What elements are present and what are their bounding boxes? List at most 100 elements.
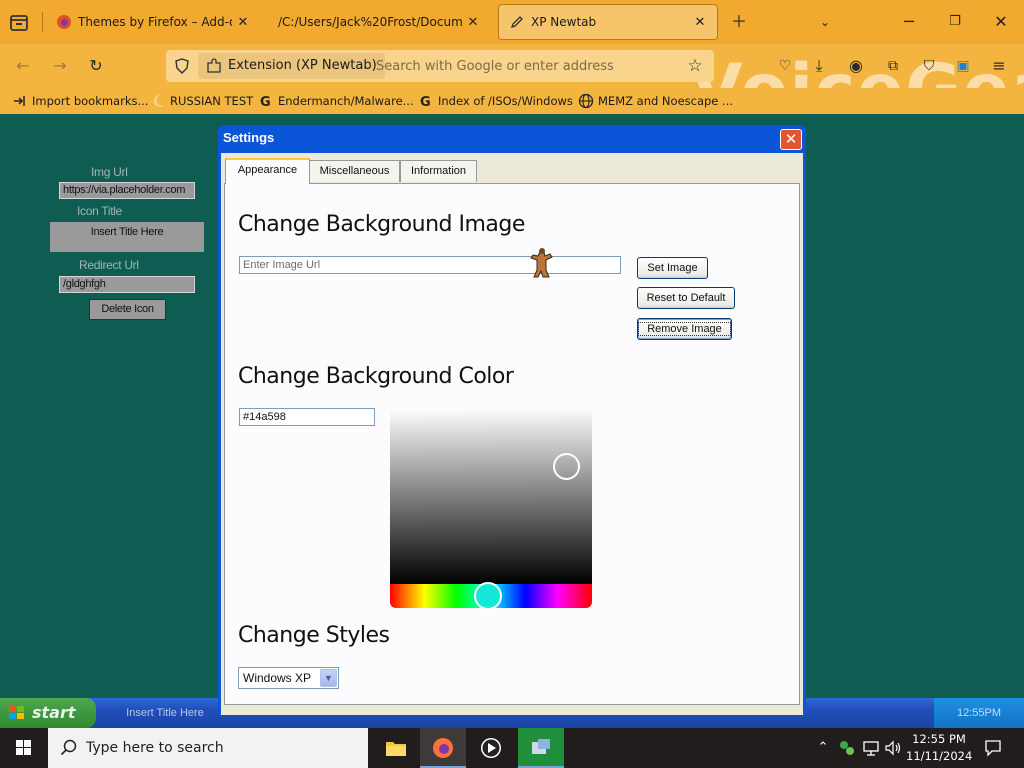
list-all-tabs-icon[interactable] xyxy=(8,12,30,34)
saturation-handle[interactable] xyxy=(553,453,580,480)
xp-tray-clock: 12:55PM xyxy=(934,698,1024,728)
redirect-url-field[interactable]: /gldghfgh xyxy=(59,276,195,293)
extensions-icon[interactable]: ⧉ xyxy=(880,53,906,79)
back-icon[interactable]: ← xyxy=(10,53,36,79)
delete-icon-button[interactable]: Delete Icon xyxy=(89,299,166,320)
tab-strip: Themes by Firefox – Add-ons fo ✕ /C:/Use… xyxy=(0,0,1024,44)
ublock-shield-icon[interactable]: ⛉ xyxy=(916,53,942,79)
close-icon[interactable]: ✕ xyxy=(780,129,802,150)
bookmark-endermanch[interactable]: G Endermanch/Malware... xyxy=(258,92,414,110)
network-icon[interactable] xyxy=(862,739,880,757)
bitwarden-icon[interactable]: ▣ xyxy=(950,53,976,79)
img-url-field[interactable]: https://via.placeholder.com xyxy=(59,182,195,199)
tab-appearance[interactable]: Appearance xyxy=(225,158,310,184)
img-url-label: Img Url xyxy=(91,165,128,179)
download-icon[interactable]: ⤓ xyxy=(806,53,832,79)
close-tab-icon[interactable]: ✕ xyxy=(236,15,250,30)
chevron-down-icon[interactable]: ⌄ xyxy=(814,11,836,33)
account-icon[interactable]: ◉ xyxy=(843,53,869,79)
redirect-url-label: Redirect Url xyxy=(79,258,139,272)
nav-bar: VoiceGear ← → ↻ Extension (XP Newtab) ☆ … xyxy=(0,44,1024,88)
xp-start-button[interactable]: start xyxy=(0,698,96,728)
chevron-up-icon[interactable]: ⌃ xyxy=(814,739,832,757)
tab-label: XP Newtab xyxy=(531,15,597,29)
firefox-pin[interactable] xyxy=(420,728,466,768)
bookmark-label: Import bookmarks... xyxy=(32,94,149,108)
saturation-value-area[interactable] xyxy=(390,408,592,584)
clock-time: 12:55 PM xyxy=(912,732,966,746)
taskbar-clock[interactable]: 12:55 PM 11/11/2024 xyxy=(906,731,972,767)
firefox-icon xyxy=(433,738,453,758)
bg-image-heading: Change Background Image xyxy=(238,212,525,237)
new-tab-icon[interactable]: ＋ xyxy=(728,11,750,33)
image-url-input[interactable] xyxy=(239,256,621,274)
globe-icon xyxy=(578,93,594,109)
media-player-pin[interactable] xyxy=(468,728,514,768)
tab-label: /C:/Users/Jack%20Frost/Document xyxy=(278,15,462,29)
app-icon xyxy=(532,739,550,754)
remove-image-button[interactable]: Remove Image xyxy=(637,318,732,340)
windows-taskbar: ⌃ 12:55 PM 11/11/2024 xyxy=(0,728,1024,768)
reset-default-button[interactable]: Reset to Default xyxy=(637,287,735,309)
tab-themes[interactable]: Themes by Firefox – Add-ons fo ✕ xyxy=(46,4,260,40)
url-input[interactable] xyxy=(376,54,676,78)
reload-icon[interactable]: ↻ xyxy=(83,53,109,79)
bookmark-label: Endermanch/Malware... xyxy=(278,94,414,108)
bookmark-import[interactable]: Import bookmarks... xyxy=(12,92,148,110)
close-tab-icon[interactable]: ✕ xyxy=(466,15,480,30)
identity-box[interactable]: Extension (XP Newtab) xyxy=(198,53,385,79)
identity-label: Extension (XP Newtab) xyxy=(228,58,377,73)
taskbar-search-box[interactable] xyxy=(48,728,368,768)
star-bookmark-icon[interactable]: ☆ xyxy=(682,53,708,79)
style-select-value: Windows XP xyxy=(243,671,312,685)
bookmark-russian-test[interactable]: RUSSIAN TEST xyxy=(150,92,253,110)
url-bar[interactable]: Extension (XP Newtab) ☆ xyxy=(166,50,714,82)
svg-text:G: G xyxy=(420,95,431,109)
taskbar-search-input[interactable] xyxy=(86,736,356,760)
bookmark-isos[interactable]: G Index of /ISOs/Windows xyxy=(418,92,573,110)
restore-icon[interactable]: ❐ xyxy=(944,11,966,33)
color-picker[interactable] xyxy=(390,408,592,608)
menu-icon[interactable]: ≡ xyxy=(986,53,1012,79)
tracking-shield-icon[interactable] xyxy=(174,58,190,74)
windows-xp-flag-icon xyxy=(9,706,24,719)
minimize-icon[interactable]: ─ xyxy=(898,11,920,33)
tab-local-file[interactable]: /C:/Users/Jack%20Frost/Document ✕ xyxy=(268,4,490,40)
pocket-icon[interactable]: ♡ xyxy=(772,53,798,79)
puzzle-icon xyxy=(207,58,221,73)
folder-icon xyxy=(386,742,406,756)
app-pin[interactable] xyxy=(518,728,564,768)
set-image-button[interactable]: Set Image xyxy=(637,257,708,279)
tab-xp-newtab[interactable]: XP Newtab ✕ xyxy=(498,4,718,40)
close-tab-icon[interactable]: ✕ xyxy=(693,15,707,30)
tab-information[interactable]: Information xyxy=(400,160,477,182)
bg-color-heading: Change Background Color xyxy=(238,364,514,389)
xp-taskbar-item[interactable]: Insert Title Here xyxy=(100,702,230,724)
chevron-down-icon[interactable]: ▼ xyxy=(320,669,337,687)
meet-icon[interactable] xyxy=(838,739,856,757)
pencil-icon xyxy=(510,16,523,29)
styles-heading: Change Styles xyxy=(238,623,390,648)
icon-title-field[interactable]: Insert Title Here xyxy=(50,222,204,252)
bookmark-label: RUSSIAN TEST xyxy=(170,94,254,108)
remove-image-label: Remove Image xyxy=(638,322,731,336)
tab-miscellaneous[interactable]: Miscellaneous xyxy=(309,160,400,182)
hue-handle[interactable] xyxy=(474,582,502,610)
style-select[interactable]: Windows XP ▼ xyxy=(238,667,339,689)
firefox-icon xyxy=(57,15,71,29)
volume-icon[interactable] xyxy=(884,739,902,757)
notification-icon[interactable] xyxy=(984,739,1002,757)
tab-separator xyxy=(42,12,43,32)
bookmark-label: Index of /ISOs/Windows xyxy=(438,94,573,108)
windows-start-icon[interactable] xyxy=(0,728,48,768)
bookmark-memz[interactable]: MEMZ and Noescape ... xyxy=(578,92,733,110)
cursor-icon xyxy=(530,248,553,278)
search-icon xyxy=(60,739,77,756)
file-explorer-pin[interactable] xyxy=(372,728,418,768)
close-window-icon[interactable]: ✕ xyxy=(990,11,1012,33)
hex-color-input[interactable] xyxy=(239,408,375,426)
forward-icon[interactable]: → xyxy=(47,53,73,79)
tab-label: Themes by Firefox – Add-ons fo xyxy=(78,15,232,29)
svg-text:G: G xyxy=(260,95,271,109)
play-icon xyxy=(481,738,501,758)
